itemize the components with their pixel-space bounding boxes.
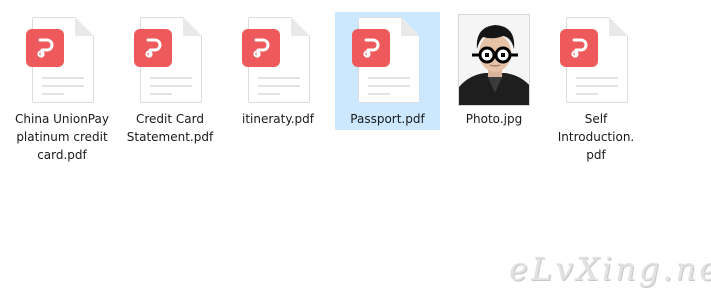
file-name-label: China UnionPay platinum credit card.pdf xyxy=(15,112,109,162)
pdf-file-icon xyxy=(242,17,314,103)
pdf-file-icon xyxy=(134,17,206,103)
file-item-itineraty-pdf[interactable]: itineraty.pdf xyxy=(226,12,330,128)
file-icon-container xyxy=(10,12,114,108)
pdf-file-icon xyxy=(26,17,98,103)
file-icon-container xyxy=(335,12,440,108)
file-explorer-view: China UnionPay platinum credit card.pdf … xyxy=(0,0,711,307)
watermark-text: eLvXing.net xyxy=(509,250,711,288)
file-name-label: Credit Card Statement.pdf xyxy=(126,112,214,144)
file-icon-container xyxy=(442,12,546,108)
file-item-passport-pdf[interactable]: Passport.pdf xyxy=(335,12,440,130)
file-item-photo-jpg[interactable]: Photo.jpg xyxy=(442,12,546,128)
pdf-logo-icon xyxy=(351,29,390,67)
pdf-file-icon xyxy=(560,17,632,103)
file-icon-container xyxy=(226,12,330,108)
file-item-credit-card-statement-pdf[interactable]: Credit Card Statement.pdf xyxy=(118,12,222,146)
pdf-file-icon xyxy=(351,17,424,103)
file-name-label: Self Introduction.pdf xyxy=(557,112,635,162)
file-icon-container xyxy=(118,12,222,108)
photo-thumbnail xyxy=(458,14,530,106)
pdf-logo-icon xyxy=(26,29,64,67)
pdf-logo-icon xyxy=(560,29,598,67)
file-name-label: itineraty.pdf xyxy=(241,112,315,126)
pdf-logo-icon xyxy=(134,29,172,67)
pdf-logo-icon xyxy=(242,29,280,67)
file-name-label: Photo.jpg xyxy=(465,112,523,126)
file-icon-container xyxy=(551,12,641,108)
file-item-self-introduction-pdf[interactable]: Self Introduction.pdf xyxy=(551,12,641,164)
file-item-china-unionpay-pdf[interactable]: China UnionPay platinum credit card.pdf xyxy=(10,12,114,164)
file-name-label: Passport.pdf xyxy=(350,112,425,126)
